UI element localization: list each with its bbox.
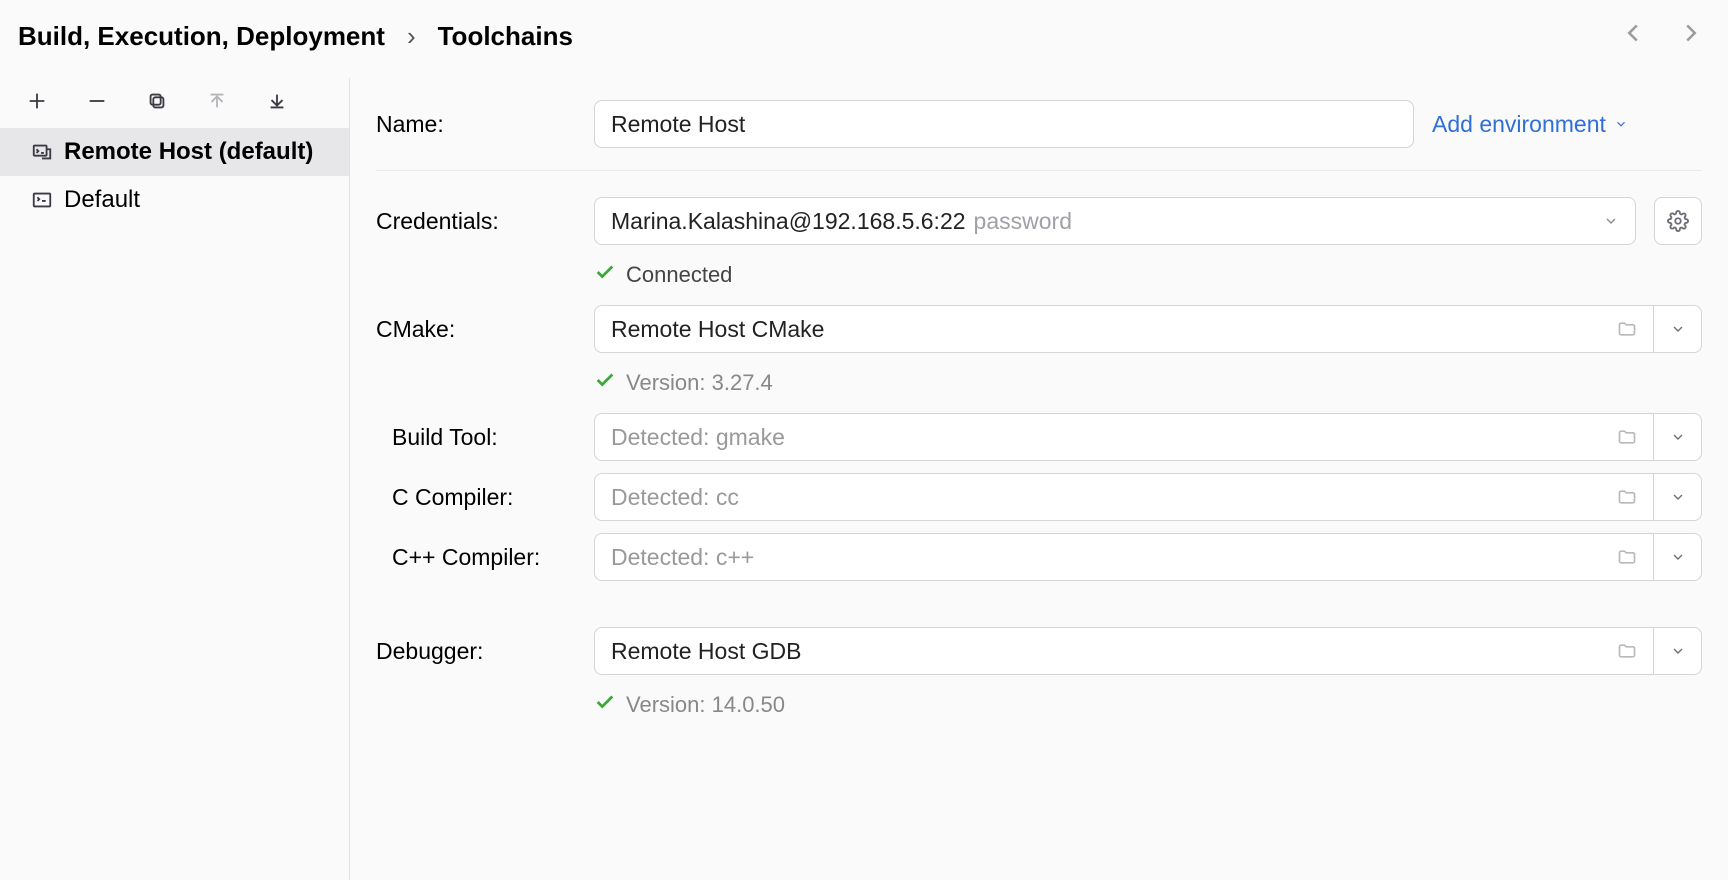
- nav-arrows: [1618, 18, 1706, 54]
- chevron-down-icon: [1670, 643, 1686, 659]
- credentials-status: Connected: [376, 251, 1702, 299]
- copy-button[interactable]: [144, 88, 170, 114]
- gear-icon: [1667, 210, 1689, 232]
- move-up-button[interactable]: [204, 88, 230, 114]
- cxxcompiler-input[interactable]: Detected: c++: [594, 533, 1654, 581]
- cmake-version-text: Version: 3.27.4: [626, 370, 773, 396]
- toolchain-item-remote-host[interactable]: Remote Host (default): [0, 128, 349, 176]
- debugger-label: Debugger:: [376, 638, 576, 665]
- check-icon: [594, 691, 616, 719]
- add-environment-link[interactable]: Add environment: [1432, 111, 1628, 138]
- credentials-hint: password: [974, 208, 1072, 235]
- toolchain-sidebar: Remote Host (default) Default: [0, 78, 350, 880]
- chevron-right-icon: ›: [407, 21, 416, 52]
- name-input[interactable]: Remote Host: [594, 100, 1414, 148]
- chevron-down-icon: [1614, 117, 1628, 131]
- chevron-down-icon: [1670, 321, 1686, 337]
- folder-icon: [1617, 547, 1637, 567]
- toolchain-item-label: Remote Host (default): [64, 138, 313, 166]
- cmake-label: CMake:: [376, 316, 576, 343]
- buildtool-label: Build Tool:: [376, 424, 576, 451]
- ccompiler-label: C Compiler:: [376, 484, 576, 511]
- toolchain-list: Remote Host (default) Default: [0, 128, 349, 224]
- debugger-input[interactable]: Remote Host GDB: [594, 627, 1654, 675]
- folder-icon: [1617, 487, 1637, 507]
- add-button[interactable]: [24, 88, 50, 114]
- settings-header: Build, Execution, Deployment › Toolchain…: [0, 0, 1728, 78]
- check-icon: [594, 369, 616, 397]
- cmake-value: Remote Host CMake: [611, 316, 824, 343]
- cxxcompiler-label: C++ Compiler:: [376, 544, 576, 571]
- credentials-settings-button[interactable]: [1654, 197, 1702, 245]
- remove-button[interactable]: [84, 88, 110, 114]
- buildtool-placeholder: Detected: gmake: [611, 424, 785, 451]
- ccompiler-placeholder: Detected: cc: [611, 484, 739, 511]
- cmake-status: Version: 3.27.4: [376, 359, 1702, 407]
- cmake-input[interactable]: Remote Host CMake: [594, 305, 1654, 353]
- nav-forward-button[interactable]: [1676, 18, 1706, 54]
- credentials-label: Credentials:: [376, 208, 576, 235]
- chevron-down-icon: [1670, 549, 1686, 565]
- breadcrumb-section[interactable]: Build, Execution, Deployment: [18, 21, 385, 52]
- folder-icon: [1617, 319, 1637, 339]
- toolchain-item-label: Default: [64, 186, 140, 214]
- buildtool-input[interactable]: Detected: gmake: [594, 413, 1654, 461]
- toolchain-item-default[interactable]: Default: [0, 176, 349, 224]
- remote-terminal-icon: [30, 140, 54, 164]
- chevron-down-icon: [1670, 489, 1686, 505]
- debugger-version-text: Version: 14.0.50: [626, 692, 785, 718]
- folder-icon: [1617, 641, 1637, 661]
- nav-back-button[interactable]: [1618, 18, 1648, 54]
- chevron-down-icon: [1603, 213, 1619, 229]
- name-value: Remote Host: [611, 111, 745, 138]
- connected-text: Connected: [626, 262, 732, 288]
- chevron-down-icon: [1670, 429, 1686, 445]
- folder-icon: [1617, 427, 1637, 447]
- credentials-dropdown[interactable]: Marina.Kalashina@192.168.5.6:22 password: [594, 197, 1636, 245]
- name-label: Name:: [376, 111, 576, 138]
- debugger-value: Remote Host GDB: [611, 638, 801, 665]
- credentials-value: Marina.Kalashina@192.168.5.6:22: [611, 208, 966, 235]
- debugger-status: Version: 14.0.50: [376, 681, 1702, 729]
- move-down-button[interactable]: [264, 88, 290, 114]
- debugger-dropdown-button[interactable]: [1654, 627, 1702, 675]
- toolchain-form: Name: Remote Host Add environment Creden…: [350, 78, 1728, 880]
- ccompiler-dropdown-button[interactable]: [1654, 473, 1702, 521]
- buildtool-dropdown-button[interactable]: [1654, 413, 1702, 461]
- toolchain-toolbar: [0, 78, 349, 128]
- breadcrumb: Build, Execution, Deployment › Toolchain…: [18, 21, 573, 52]
- divider: [376, 170, 1702, 171]
- breadcrumb-page: Toolchains: [438, 21, 573, 52]
- ccompiler-input[interactable]: Detected: cc: [594, 473, 1654, 521]
- cmake-dropdown-button[interactable]: [1654, 305, 1702, 353]
- add-environment-label: Add environment: [1432, 111, 1606, 138]
- terminal-icon: [30, 188, 54, 212]
- check-icon: [594, 261, 616, 289]
- cxxcompiler-dropdown-button[interactable]: [1654, 533, 1702, 581]
- cxxcompiler-placeholder: Detected: c++: [611, 544, 754, 571]
